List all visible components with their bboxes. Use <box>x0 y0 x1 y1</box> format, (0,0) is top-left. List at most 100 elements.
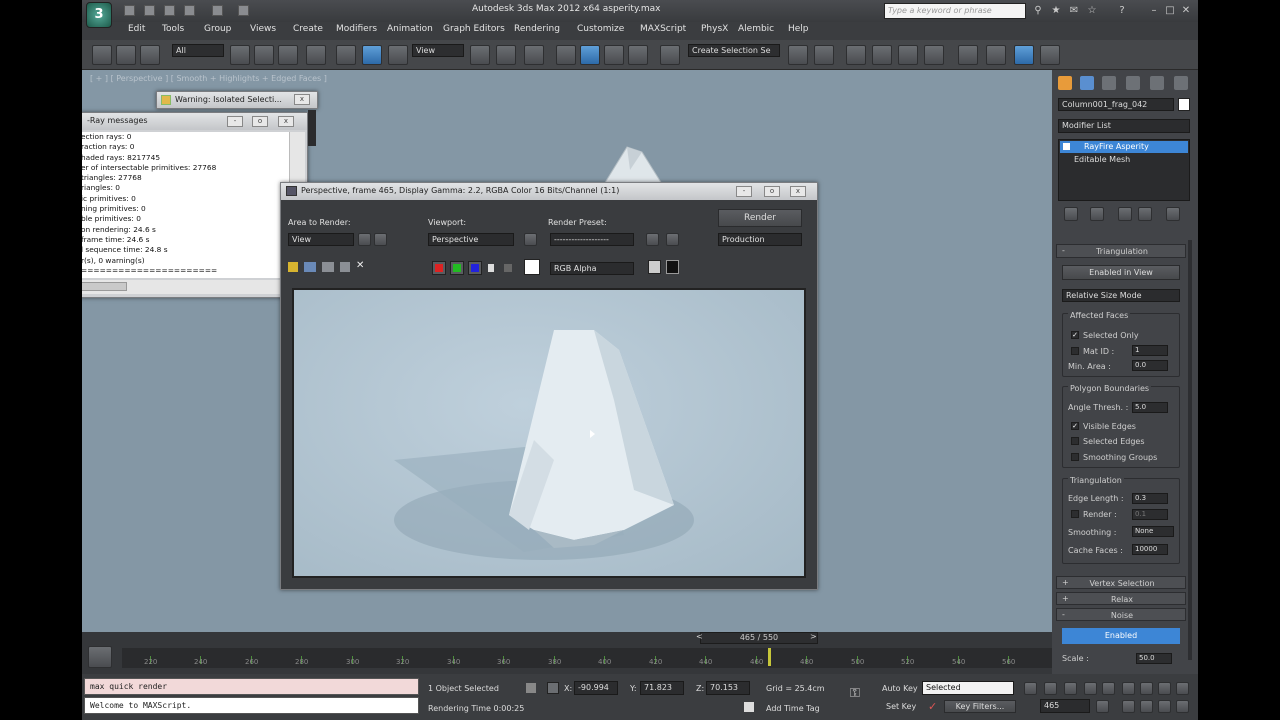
menu-create[interactable]: Create <box>293 24 323 34</box>
graphite-modeling-icon[interactable] <box>872 45 892 65</box>
binoculars-icon[interactable]: ⚲ <box>1032 5 1044 17</box>
app-logo-icon[interactable]: 3 <box>86 2 112 28</box>
cache-faces-spinner[interactable]: 10000 <box>1132 544 1168 555</box>
search-input[interactable]: Type a keyword or phrase <box>884 3 1026 19</box>
rect-selection-icon[interactable] <box>278 45 298 65</box>
bind-space-warp-icon[interactable] <box>140 45 160 65</box>
vray-minimize-icon[interactable]: - <box>227 116 243 127</box>
minimize-icon[interactable]: – <box>1148 5 1160 17</box>
next-frame-icon[interactable]: > <box>810 632 817 641</box>
goto-start-icon[interactable] <box>1024 682 1037 695</box>
select-by-name-icon[interactable] <box>254 45 274 65</box>
pan-icon[interactable] <box>1140 700 1153 713</box>
size-mode-dropdown[interactable]: Relative Size Mode <box>1062 289 1180 302</box>
maxscript-output[interactable]: Welcome to MAXScript. <box>84 697 419 714</box>
edge-length-spinner[interactable]: 0.3 <box>1132 493 1168 504</box>
print-image-icon[interactable] <box>340 262 350 272</box>
save-image-icon[interactable] <box>288 262 298 272</box>
keyboard-shortcut-icon[interactable] <box>524 45 544 65</box>
menu-rendering[interactable]: Rendering <box>514 24 560 34</box>
save-file-icon[interactable] <box>164 5 175 16</box>
spinner-snap-icon[interactable] <box>628 45 648 65</box>
object-color-swatch[interactable] <box>1178 98 1190 111</box>
selected-key-dropdown[interactable]: Selected <box>922 681 1014 695</box>
mat-id-checkbox[interactable] <box>1071 347 1079 355</box>
environment-icon[interactable] <box>666 233 679 246</box>
undo-icon[interactable] <box>184 5 195 16</box>
move-icon[interactable] <box>336 45 356 65</box>
render-checkbox[interactable] <box>1071 510 1079 518</box>
display-tab-icon[interactable] <box>1150 76 1164 90</box>
production-dropdown[interactable]: Production <box>718 233 802 246</box>
rendered-frame-window-icon[interactable] <box>1014 45 1034 65</box>
field-of-view-icon[interactable] <box>1122 700 1135 713</box>
zoom-icon[interactable] <box>1122 682 1135 695</box>
stack-item-rayfire-asperity[interactable]: RayFire Asperity <box>1060 141 1188 153</box>
make-unique-icon[interactable] <box>1118 207 1132 221</box>
curve-editor-icon[interactable] <box>898 45 918 65</box>
key-filters-button[interactable]: Key Filters... <box>944 700 1016 713</box>
clear-icon[interactable]: ✕ <box>356 261 366 272</box>
zoom-all-icon[interactable] <box>1140 682 1153 695</box>
unlink-icon[interactable] <box>116 45 136 65</box>
vray-messages-window[interactable]: -Ray messages ection rays: 0 raction rays… <box>82 112 308 298</box>
enabled-in-view-button[interactable]: Enabled in View <box>1062 265 1180 280</box>
viewport-dropdown[interactable]: Perspective <box>428 233 514 246</box>
display-channel-dropdown[interactable]: RGB Alpha <box>550 262 634 275</box>
green-channel-toggle[interactable] <box>450 261 464 275</box>
time-config-icon[interactable] <box>1096 700 1109 713</box>
communication-icon[interactable]: ✉ <box>1068 5 1080 17</box>
menu-views[interactable]: Views <box>250 24 276 34</box>
z-coordinate-field[interactable]: 70.153 <box>706 681 750 695</box>
log-horizontal-scrollbar[interactable] <box>82 280 305 294</box>
render-spinner[interactable]: 0.1 <box>1132 509 1168 520</box>
selection-filter-dropdown[interactable]: All <box>172 44 224 57</box>
clone-frame-icon[interactable] <box>322 262 334 272</box>
render-maximize-icon[interactable]: o <box>764 186 780 197</box>
show-end-result-icon[interactable] <box>1090 207 1104 221</box>
configure-sets-icon[interactable] <box>1166 207 1180 221</box>
rendered-image[interactable] <box>292 288 806 578</box>
select-object-icon[interactable] <box>230 45 250 65</box>
monochrome-icon[interactable] <box>504 264 512 272</box>
modify-tab-icon[interactable] <box>1080 76 1094 90</box>
current-frame-field[interactable]: 465 <box>1040 699 1090 713</box>
auto-region-icon[interactable] <box>374 233 387 246</box>
vray-side-scrollbar[interactable] <box>308 110 316 146</box>
redo-icon[interactable] <box>212 5 223 16</box>
lock-viewport-icon[interactable] <box>524 233 537 246</box>
bulb-icon[interactable] <box>1063 143 1070 150</box>
set-key-icon[interactable]: ✓ <box>928 700 937 713</box>
relax-rollout[interactable]: + Relax <box>1056 592 1186 605</box>
reference-coord-dropdown[interactable]: View <box>412 44 464 57</box>
mini-curve-editor-icon[interactable] <box>88 646 112 668</box>
noise-rollout[interactable]: - Noise <box>1056 608 1186 621</box>
next-key-icon[interactable] <box>1084 682 1097 695</box>
selected-only-checkbox[interactable]: ✓ <box>1071 331 1079 339</box>
triangulation-rollout-header[interactable]: - Triangulation <box>1056 244 1186 258</box>
command-panel-scrollbar[interactable] <box>1188 240 1192 660</box>
favorites-icon[interactable]: ☆ <box>1086 5 1098 17</box>
previous-key-icon[interactable] <box>1044 682 1057 695</box>
menu-help[interactable]: Help <box>788 24 809 34</box>
min-area-spinner[interactable]: 0.0 <box>1132 360 1168 371</box>
render-button[interactable]: Render <box>718 209 802 227</box>
render-production-icon[interactable] <box>1040 45 1060 65</box>
layer-manager-icon[interactable] <box>846 45 866 65</box>
select-manipulate-icon[interactable] <box>496 45 516 65</box>
noise-enabled-button[interactable]: Enabled <box>1062 628 1180 644</box>
auto-key-button[interactable]: Auto Key <box>882 684 918 693</box>
selection-lock-icon[interactable] <box>526 683 536 693</box>
help-icon[interactable]: ? <box>1116 5 1128 17</box>
zoom-extents-all-icon[interactable] <box>1176 682 1189 695</box>
color-swatch[interactable] <box>524 259 540 275</box>
motion-tab-icon[interactable] <box>1126 76 1140 90</box>
maximize-viewport-icon[interactable] <box>1176 700 1189 713</box>
close-icon[interactable]: ✕ <box>1180 5 1192 17</box>
vray-maximize-icon[interactable]: o <box>252 116 268 127</box>
x-coordinate-field[interactable]: -90.994 <box>574 681 618 695</box>
mirror-icon[interactable] <box>788 45 808 65</box>
mat-id-spinner[interactable]: 1 <box>1132 345 1168 356</box>
material-editor-icon[interactable] <box>958 45 978 65</box>
toggle-ui-icon[interactable] <box>666 260 679 274</box>
